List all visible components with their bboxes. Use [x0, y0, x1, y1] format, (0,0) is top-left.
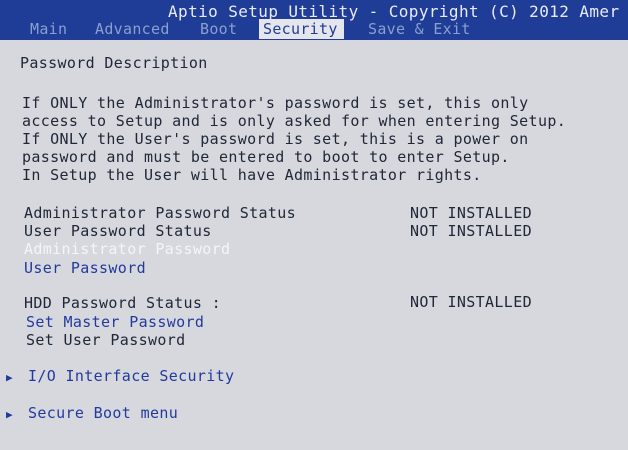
title-bar: Aptio Setup Utility - Copyright (C) 2012… — [0, 0, 628, 40]
hdd-password-status-value: NOT INSTALLED — [410, 293, 532, 311]
section-title: Password Description — [20, 54, 208, 72]
user-password-item[interactable]: User Password — [24, 259, 146, 277]
tab-security[interactable]: Security — [259, 19, 344, 39]
tab-save-exit[interactable]: Save & Exit — [368, 19, 471, 39]
description-line: password and must be entered to boot to … — [22, 148, 510, 166]
set-user-password-item[interactable]: Set User Password — [26, 331, 185, 349]
description-line: access to Setup and is only asked for wh… — [22, 112, 567, 130]
admin-password-status-value: NOT INSTALLED — [410, 204, 532, 222]
set-master-password-item[interactable]: Set Master Password — [26, 313, 204, 331]
user-password-status-label: User Password Status — [24, 222, 212, 240]
bios-screen: Aptio Setup Utility - Copyright (C) 2012… — [0, 0, 628, 450]
description-line: If ONLY the Administrator's password is … — [22, 94, 529, 112]
io-interface-security-item[interactable]: I/O Interface Security — [28, 367, 234, 385]
secure-boot-menu-item[interactable]: Secure Boot menu — [28, 404, 178, 422]
hdd-password-status-label: HDD Password Status : — [24, 294, 221, 312]
description-line: In Setup the User will have Administrato… — [22, 166, 482, 184]
administrator-password-item[interactable]: Administrator Password — [24, 240, 230, 258]
submenu-arrow-icon: ▶ — [6, 371, 13, 384]
admin-password-status-label: Administrator Password Status — [24, 204, 297, 222]
user-password-status-value: NOT INSTALLED — [410, 222, 532, 240]
security-panel: Password Description If ONLY the Adminis… — [0, 40, 628, 450]
submenu-arrow-icon: ▶ — [6, 408, 13, 421]
description-line: If ONLY the User's password is set, this… — [22, 130, 529, 148]
tab-boot[interactable]: Boot — [200, 19, 237, 39]
tab-main[interactable]: Main — [30, 19, 67, 39]
tab-advanced[interactable]: Advanced — [95, 19, 170, 39]
